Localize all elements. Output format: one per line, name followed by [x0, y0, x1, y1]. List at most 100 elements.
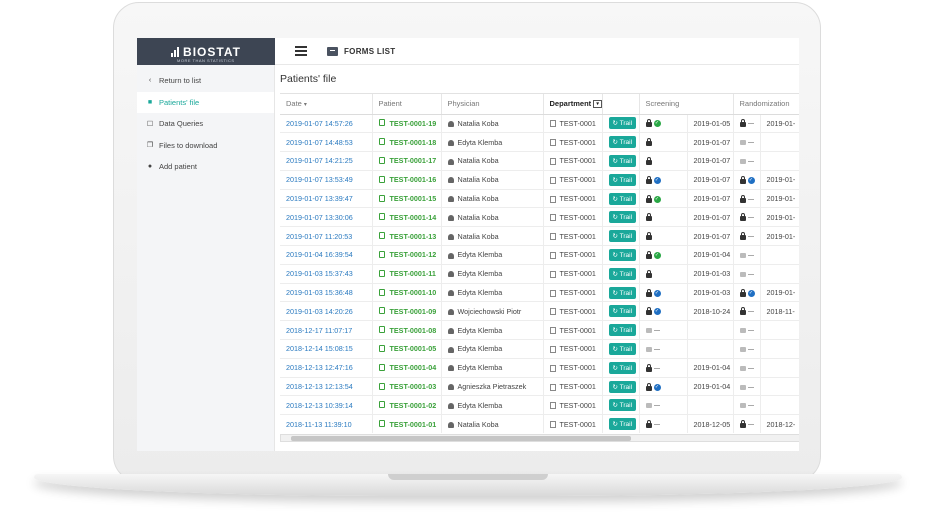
cell-date[interactable]: 2019-01-07 13:53:49	[280, 170, 373, 190]
trail-button[interactable]: ↻ Trail	[608, 230, 637, 243]
cell-patient[interactable]: TEST-0001-13	[372, 226, 442, 247]
dropdown-filter-icon[interactable]: ▾	[593, 100, 601, 109]
cell-trail[interactable]: ↻ Trail	[602, 170, 640, 190]
sidebar-item-3[interactable]: ❐ Files to download	[137, 135, 274, 157]
trail-button[interactable]: ↻ Trail	[608, 324, 637, 337]
cell-patient[interactable]: TEST-0001-11	[372, 264, 442, 284]
table-row[interactable]: 2019-01-07 13:53:49 TEST-0001-16 Natalia K…	[280, 170, 799, 190]
cell-date[interactable]: 2019-01-07 11:20:53	[280, 226, 373, 247]
trail-button[interactable]: ↻ Trail	[608, 173, 637, 186]
table-row[interactable]: 2019-01-03 15:36:48 TEST-0001-10 Edyta Kle…	[280, 283, 799, 303]
cell-trail[interactable]: ↻ Trail	[602, 264, 640, 284]
trail-button[interactable]: ↻ Trail	[608, 211, 637, 224]
col-header-patient[interactable]: Patient	[372, 94, 442, 115]
table-row[interactable]: 2018-12-14 15:08:15 TEST-0001-05 Edyta Kle…	[280, 339, 799, 359]
sidebar-item-4[interactable]: ● Add patient	[137, 156, 274, 178]
cell-trail[interactable]: ↻ Trail	[602, 414, 640, 433]
table-row[interactable]: 2019-01-07 14:21:25 TEST-0001-17 Natalia K…	[280, 151, 799, 171]
cell-date[interactable]: 2018-12-13 12:47:16	[280, 358, 373, 378]
cell-trail[interactable]: ↻ Trail	[602, 339, 640, 359]
horizontal-scrollbar[interactable]	[280, 434, 799, 442]
cell-patient[interactable]: TEST-0001-04	[372, 358, 442, 378]
cell-trail[interactable]: ↻ Trail	[602, 226, 640, 247]
trail-button[interactable]: ↻ Trail	[608, 248, 637, 261]
cell-patient[interactable]: TEST-0001-14	[372, 207, 442, 228]
trail-button[interactable]: ↻ Trail	[608, 154, 637, 167]
col-header-department[interactable]: Department ▾	[543, 94, 603, 115]
cell-patient[interactable]: TEST-0001-05	[372, 339, 442, 359]
cell-date[interactable]: 2019-01-03 14:20:26	[280, 301, 373, 322]
cell-patient[interactable]: TEST-0001-01	[372, 414, 442, 433]
cell-date[interactable]: 2019-01-07 14:21:25	[280, 151, 373, 171]
cell-date[interactable]: 2019-01-07 13:39:47	[280, 189, 373, 209]
cell-date[interactable]: 2018-12-17 11:07:17	[280, 320, 373, 341]
cell-date[interactable]: 2018-12-14 15:08:15	[280, 339, 373, 359]
cell-patient[interactable]: TEST-0001-03	[372, 377, 442, 397]
trail-button[interactable]: ↻ Trail	[608, 380, 637, 393]
trail-button[interactable]: ↻ Trail	[608, 399, 637, 412]
table-row[interactable]: 2019-01-07 13:39:47 TEST-0001-15 Natalia K…	[280, 189, 799, 209]
trail-button[interactable]: ↻ Trail	[608, 361, 637, 374]
trail-button[interactable]: ↻ Trail	[608, 267, 637, 280]
cell-trail[interactable]: ↻ Trail	[602, 189, 640, 209]
cell-date[interactable]: 2019-01-04 16:39:54	[280, 245, 373, 265]
cell-date[interactable]: 2019-01-07 14:48:53	[280, 132, 373, 153]
table-row[interactable]: 2019-01-03 14:20:26 TEST-0001-09 Wojciecho…	[280, 301, 799, 322]
cell-date[interactable]: 2018-12-13 12:13:54	[280, 377, 373, 397]
table-row[interactable]: 2018-12-13 12:13:54 TEST-0001-03 Agnieszka…	[280, 377, 799, 397]
cell-trail[interactable]: ↻ Trail	[602, 395, 640, 416]
trail-button[interactable]: ↻ Trail	[608, 342, 637, 355]
trail-button[interactable]: ↻ Trail	[608, 418, 637, 431]
trail-button[interactable]: ↻ Trail	[608, 192, 637, 205]
trail-button[interactable]: ↻ Trail	[608, 117, 637, 130]
cell-trail[interactable]: ↻ Trail	[602, 301, 640, 322]
cell-patient[interactable]: TEST-0001-18	[372, 132, 442, 153]
cell-date[interactable]: 2019-01-03 15:37:43	[280, 264, 373, 284]
table-row[interactable]: 2019-01-07 13:30:06 TEST-0001-14 Natalia K…	[280, 207, 799, 228]
table-row[interactable]: 2018-12-13 12:47:16 TEST-0001-04 Edyta Kle…	[280, 358, 799, 378]
cell-patient[interactable]: TEST-0001-02	[372, 395, 442, 416]
hamburger-menu-icon[interactable]	[295, 46, 307, 56]
brand-logo-area[interactable]: BIOSTAT MORE THAN STATISTICS	[137, 38, 275, 65]
cell-patient[interactable]: TEST-0001-10	[372, 283, 442, 303]
cell-date[interactable]: 2018-12-13 10:39:14	[280, 395, 373, 416]
cell-trail[interactable]: ↻ Trail	[602, 151, 640, 171]
table-row[interactable]: 2019-01-07 14:57:26 TEST-0001-19 Natalia K…	[280, 114, 799, 134]
trail-button[interactable]: ↻ Trail	[608, 286, 637, 299]
cell-date[interactable]: 2019-01-03 15:36:48	[280, 283, 373, 303]
table-row[interactable]: 2019-01-03 15:37:43 TEST-0001-11 Edyta Kle…	[280, 264, 799, 284]
cell-trail[interactable]: ↻ Trail	[602, 377, 640, 397]
cell-trail[interactable]: ↻ Trail	[602, 283, 640, 303]
col-header-randomization[interactable]: Randomization	[733, 94, 799, 115]
cell-patient[interactable]: TEST-0001-17	[372, 151, 442, 171]
trail-button[interactable]: ↻ Trail	[608, 136, 637, 149]
sidebar-item-2[interactable]: ☐ Data Queries	[137, 113, 274, 135]
forms-list-link[interactable]: FORMS LIST	[327, 46, 395, 56]
table-row[interactable]: 2019-01-07 11:20:53 TEST-0001-13 Natalia K…	[280, 226, 799, 247]
table-row[interactable]: 2019-01-04 16:39:54 TEST-0001-12 Edyta Kle…	[280, 245, 799, 265]
cell-patient[interactable]: TEST-0001-12	[372, 245, 442, 265]
cell-trail[interactable]: ↻ Trail	[602, 245, 640, 265]
table-row[interactable]: 2019-01-07 14:48:53 TEST-0001-18 Edyta Kle…	[280, 132, 799, 153]
cell-trail[interactable]: ↻ Trail	[602, 114, 640, 134]
cell-patient[interactable]: TEST-0001-16	[372, 170, 442, 190]
sidebar-item-1[interactable]: ■ Patients' file	[137, 91, 274, 113]
cell-trail[interactable]: ↻ Trail	[602, 358, 640, 378]
col-header-date[interactable]: Date ▾	[280, 94, 373, 115]
table-row[interactable]: 2018-11-13 11:39:10 TEST-0001-01 Natalia K…	[280, 414, 799, 433]
patients-table-container[interactable]: Date ▾ Patient Physician Department ▾ Scre…	[280, 93, 799, 433]
cell-patient[interactable]: TEST-0001-15	[372, 189, 442, 209]
cell-date[interactable]: 2019-01-07 13:30:06	[280, 207, 373, 228]
col-header-screening[interactable]: Screening	[639, 94, 734, 115]
cell-patient[interactable]: TEST-0001-08	[372, 320, 442, 341]
cell-trail[interactable]: ↻ Trail	[602, 207, 640, 228]
col-header-physician[interactable]: Physician	[441, 94, 544, 115]
table-row[interactable]: 2018-12-13 10:39:14 TEST-0001-02 Edyta Kle…	[280, 395, 799, 416]
cell-date[interactable]: 2018-11-13 11:39:10	[280, 414, 373, 433]
cell-trail[interactable]: ↻ Trail	[602, 320, 640, 341]
cell-patient[interactable]: TEST-0001-09	[372, 301, 442, 322]
cell-patient[interactable]: TEST-0001-19	[372, 114, 442, 134]
trail-button[interactable]: ↻ Trail	[608, 305, 637, 318]
scrollbar-thumb[interactable]	[291, 436, 631, 441]
cell-date[interactable]: 2019-01-07 14:57:26	[280, 114, 373, 134]
